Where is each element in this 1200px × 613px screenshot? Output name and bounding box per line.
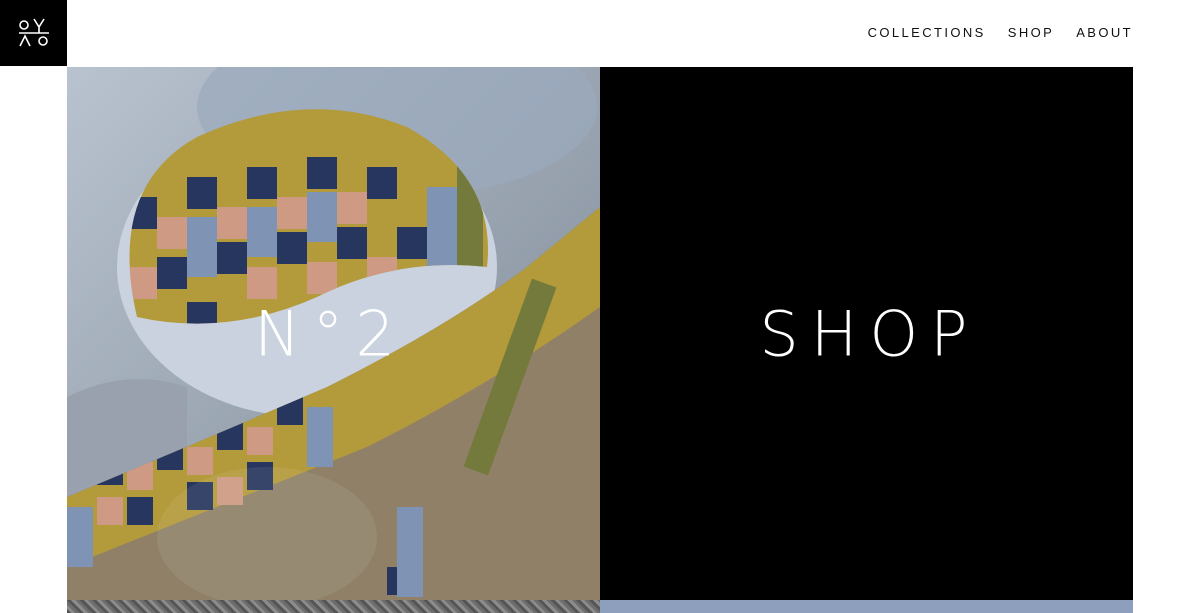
nav-about[interactable]: ABOUT — [1076, 25, 1133, 40]
collection-tile-no2[interactable]: N°2 — [67, 67, 600, 600]
nav-collections[interactable]: COLLECTIONS — [868, 25, 986, 40]
shop-title: SHOP — [759, 297, 980, 370]
nav-shop[interactable]: SHOP — [1008, 25, 1054, 40]
next-tile-left-preview[interactable] — [67, 600, 600, 613]
monogram-logo-icon — [18, 18, 49, 47]
main-nav: COLLECTIONS SHOP ABOUT — [868, 25, 1133, 40]
shop-tile[interactable]: SHOP — [600, 67, 1133, 600]
logo[interactable] — [0, 0, 67, 66]
next-tile-right-preview[interactable] — [600, 600, 1133, 613]
collection-title: N°2 — [254, 297, 407, 370]
